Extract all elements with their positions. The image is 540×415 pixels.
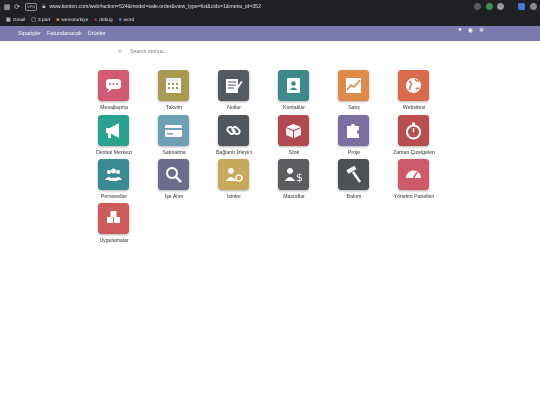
- app-label: Personeller: [100, 194, 128, 200]
- settings-icon[interactable]: ✲: [479, 27, 484, 34]
- shield-icon[interactable]: [486, 3, 493, 10]
- app-label: Takvim: [165, 105, 183, 111]
- menu-orders[interactable]: Siparişler: [18, 31, 41, 37]
- app-label: Uygulamalar: [99, 238, 129, 244]
- app-tile[interactable]: Satış: [330, 70, 390, 115]
- app-label: Websitesi: [402, 105, 426, 111]
- bookmark-word[interactable]: ■ word: [119, 17, 134, 23]
- app-tile[interactable]: Satınalma: [150, 115, 210, 160]
- browser-chrome: ▦ ⟳ VPN 🔒︎ www.konien.com/web#action=524…: [0, 0, 540, 26]
- navbar-right: ● ◉ ✲: [458, 27, 484, 34]
- lock-icon[interactable]: 🔒︎: [42, 4, 45, 11]
- app-label: İzinler: [227, 194, 241, 200]
- bookmark-wemoturkiye[interactable]: ■ wemoturkiye: [56, 17, 88, 23]
- card-icon[interactable]: [158, 115, 189, 146]
- app-label: Bağlantı İzleyici: [215, 150, 253, 156]
- app-tile[interactable]: Takvim: [150, 70, 210, 115]
- expense-icon[interactable]: $: [278, 159, 309, 190]
- app-tile[interactable]: Bağlantı İzleyici: [210, 115, 270, 160]
- bookmark-gmail[interactable]: ▦ Gmail: [6, 17, 25, 23]
- app-tile[interactable]: Proje: [330, 115, 390, 160]
- chat-icon[interactable]: [98, 70, 129, 101]
- hammer-icon[interactable]: [338, 159, 369, 190]
- app-label: Zaman Çizelgeleri: [393, 150, 435, 156]
- app-label: Proje: [347, 150, 361, 156]
- app-label: Mesajlaşma: [100, 105, 128, 111]
- globe-icon[interactable]: [398, 70, 429, 101]
- extension-icon[interactable]: [474, 3, 481, 10]
- app-tile[interactable]: Bakım: [330, 159, 390, 204]
- app-tile[interactable]: Yönetim Panelleri: [390, 159, 450, 204]
- app-label: Notlar: [227, 105, 241, 111]
- bookmark-debug[interactable]: ● debug: [94, 17, 112, 23]
- svg-text:$: $: [296, 171, 303, 184]
- people-icon[interactable]: [98, 159, 129, 190]
- app-label: Destek Merkezi: [96, 150, 132, 156]
- bell-icon[interactable]: ●: [458, 27, 462, 34]
- app-label: Satınalma: [162, 150, 186, 156]
- app-tile[interactable]: Notlar: [210, 70, 270, 115]
- bookmark-icon: ■: [56, 17, 60, 23]
- app-tile[interactable]: Stok: [270, 115, 330, 160]
- search-input[interactable]: [130, 49, 330, 55]
- app-label: Satış: [348, 105, 360, 111]
- app-tile[interactable]: Kontaklar: [270, 70, 330, 115]
- vpn-badge[interactable]: VPN: [25, 3, 38, 11]
- notes-icon[interactable]: [218, 70, 249, 101]
- search-bar: ⌕: [118, 47, 418, 57]
- address-bar: ▦ ⟳ VPN 🔒︎ www.konien.com/web#action=524…: [0, 0, 540, 14]
- grid-icon[interactable]: ▦: [2, 3, 12, 11]
- link-icon[interactable]: [218, 115, 249, 146]
- apps-icon: ▦: [6, 17, 11, 23]
- app-tile[interactable]: Uygulamalar: [90, 203, 150, 248]
- app-tile[interactable]: $ Masraflar: [270, 159, 330, 204]
- app-tile[interactable]: Mesajlaşma: [90, 70, 150, 115]
- folder-icon: ▢: [31, 17, 36, 23]
- app-tile[interactable]: Websitesi: [390, 70, 450, 115]
- app-tile[interactable]: Destek Merkezi: [90, 115, 150, 160]
- menu-to-invoice[interactable]: Faturalanacak: [47, 31, 82, 37]
- cubes-icon[interactable]: [98, 203, 129, 234]
- app-tile[interactable]: İşe Alım: [150, 159, 210, 204]
- refresh-icon[interactable]: ⟳: [12, 3, 22, 11]
- stopwatch-icon[interactable]: [398, 115, 429, 146]
- doc-icon: ■: [118, 17, 122, 23]
- user-icon[interactable]: ◉: [468, 27, 473, 34]
- app-label: Kontaklar: [283, 105, 305, 111]
- sales-icon[interactable]: [338, 70, 369, 101]
- megaphone-icon[interactable]: [98, 115, 129, 146]
- heart-icon[interactable]: [497, 3, 504, 10]
- bug-icon: ●: [94, 17, 98, 23]
- app-label: Yönetim Panelleri: [393, 194, 435, 200]
- url-field[interactable]: www.konien.com/web#action=524&model=sale…: [49, 4, 261, 10]
- app-tile[interactable]: Personeller: [90, 159, 150, 204]
- settings-icon[interactable]: [530, 3, 537, 10]
- app-label: Stok: [288, 150, 300, 156]
- translate-icon[interactable]: [518, 3, 525, 10]
- app-label: Masraflar: [283, 194, 305, 200]
- contacts-icon[interactable]: [278, 70, 309, 101]
- box-icon[interactable]: [278, 115, 309, 146]
- leave-icon[interactable]: [218, 159, 249, 190]
- bookmark-3part[interactable]: ▢ 3.part: [31, 17, 50, 23]
- app-label: Bakım: [346, 194, 362, 200]
- app-tile[interactable]: İzinler: [210, 159, 270, 204]
- app-tile[interactable]: Zaman Çizelgeleri: [390, 115, 450, 160]
- calendar-icon[interactable]: [158, 70, 189, 101]
- magnifier-icon[interactable]: [158, 159, 189, 190]
- gauge-icon[interactable]: [398, 159, 429, 190]
- bookmarks-bar: ▦ Gmail ▢ 3.part ■ wemoturkiye ● debug ■ word: [0, 14, 540, 26]
- app-label: İşe Alım: [164, 194, 184, 200]
- puzzle-icon[interactable]: [338, 115, 369, 146]
- menu-products[interactable]: Ürünler: [88, 31, 106, 37]
- search-icon: ⌕: [118, 48, 122, 55]
